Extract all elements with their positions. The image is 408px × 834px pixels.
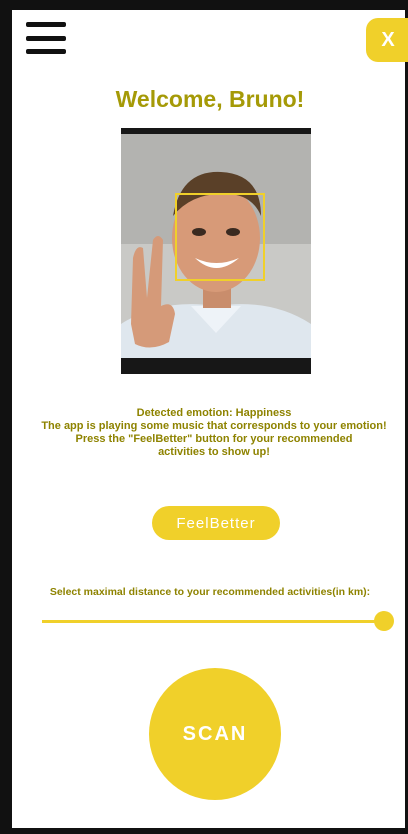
close-button[interactable]: X — [366, 18, 408, 62]
hamburger-menu-icon[interactable] — [26, 22, 66, 54]
instruction-line-2: activities to show up! — [158, 446, 270, 458]
window-frame-bottom — [0, 828, 408, 834]
instruction-line-1: Press the "FeelBetter" button for your r… — [75, 433, 353, 445]
distance-slider[interactable] — [42, 610, 394, 634]
window-frame-top — [0, 0, 408, 10]
face-detection-frame — [175, 193, 265, 281]
welcome-title: Welcome, Bruno! — [115, 86, 305, 112]
detected-emotion-line: Detected emotion: Happiness — [136, 407, 292, 419]
emotion-message: Detected emotion: Happiness The app is p… — [22, 407, 406, 459]
window-frame-left — [0, 0, 12, 834]
distance-slider-label: Select maximal distance to your recommen… — [49, 586, 371, 598]
scan-button[interactable]: SCAN — [149, 668, 281, 800]
distance-slider-thumb[interactable] — [374, 611, 394, 631]
feel-better-button[interactable]: FeelBetter — [152, 506, 280, 540]
music-info-line: The app is playing some music that corre… — [41, 420, 387, 432]
distance-slider-track[interactable] — [42, 620, 384, 623]
